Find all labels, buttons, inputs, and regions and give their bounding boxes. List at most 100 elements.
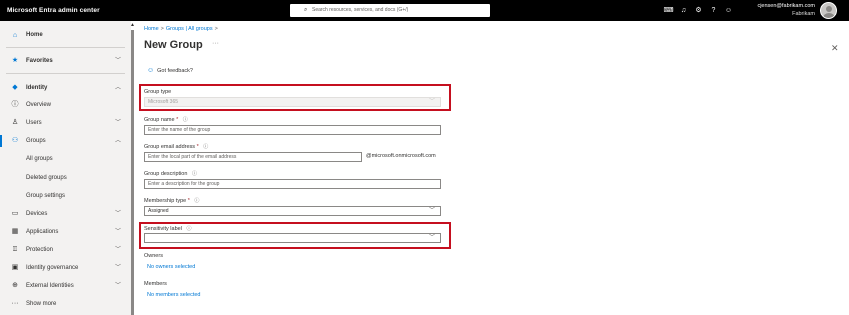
global-search-input[interactable]: ⌕ Search resources, services, and docs (… — [290, 4, 490, 17]
bell-icon[interactable]: ♫ — [676, 0, 691, 21]
search-placeholder: Search resources, services, and docs (G+… — [312, 7, 409, 13]
chevron-down-icon: ﹀ — [115, 229, 122, 235]
sidebar-item-group-settings[interactable]: Group settings — [0, 188, 131, 204]
feedback-icon[interactable]: ☺ — [721, 0, 736, 21]
top-bar-icons: ⌨ ♫ ⚙ ? ☺ — [661, 0, 736, 21]
breadcrumb: Home > Groups | All groups > — [144, 26, 220, 32]
highlight-box — [139, 222, 451, 249]
sidebar-item-applications[interactable]: ▦ Applications ﹀ — [0, 224, 131, 240]
sidebar-item-label: Group settings — [26, 193, 66, 199]
user-org: Fabrikam — [792, 11, 815, 17]
chevron-down-icon: ﹀ — [115, 211, 122, 217]
sidebar-item-groups[interactable]: ⚇ Groups ︿ — [0, 133, 131, 149]
group-description-placeholder: Enter a description for the group — [148, 181, 220, 187]
more-options-icon[interactable]: ··· — [212, 40, 219, 47]
group-email-field[interactable]: Enter the local part of the email addres… — [144, 152, 362, 162]
group-name-placeholder: Enter the name of the group — [148, 127, 211, 133]
sidebar-item-all-groups[interactable]: All groups — [0, 151, 131, 167]
group-name-label: Group name * ⓘ — [144, 116, 188, 123]
avatar[interactable] — [820, 2, 837, 19]
owners-link[interactable]: No owners selected — [147, 264, 195, 270]
membership-type-label: Membership type * ⓘ — [144, 197, 199, 204]
user-email: cjensen@fabrikam.com — [757, 3, 815, 9]
chevron-down-icon: ﹀ — [115, 58, 122, 64]
sidebar-item-external-identities[interactable]: ⊕ External Identities ﹀ — [0, 278, 131, 294]
sidebar-item-label: Home — [26, 32, 43, 38]
sidebar-item-identity[interactable]: ◆ Identity ︿ — [0, 80, 131, 96]
sidebar-item-label: All groups — [26, 156, 53, 162]
app-title[interactable]: Microsoft Entra admin center — [7, 0, 100, 21]
sidebar-item-label: Show more — [26, 301, 57, 307]
required-marker: * — [196, 144, 199, 150]
sidebar-item-label: External Identities — [26, 283, 74, 289]
account-menu[interactable]: cjensen@fabrikam.com Fabrikam — [747, 0, 815, 21]
breadcrumb-home[interactable]: Home — [144, 26, 159, 32]
info-icon[interactable]: ⓘ — [203, 144, 208, 150]
info-icon: ⓘ — [11, 101, 19, 108]
chevron-down-icon: ﹀ — [115, 247, 122, 253]
sidebar-item-label: Identity governance — [26, 265, 79, 271]
chevron-down-icon: ﹀ — [115, 265, 122, 271]
identity-icon: ◆ — [12, 84, 18, 91]
sidebar-item-users[interactable]: ♙ Users ﹀ — [0, 115, 131, 131]
label-text: Group name — [144, 117, 175, 123]
info-icon[interactable]: ⓘ — [192, 171, 197, 177]
owners-label: Owners — [144, 253, 163, 259]
sidebar: ⌂ Home ★ Favorites ﹀ ◆ Identity ︿ ⓘ Over… — [0, 21, 131, 315]
chevron-up-icon: ︿ — [115, 85, 122, 91]
sidebar-item-label: Devices — [26, 211, 48, 217]
sidebar-item-label: Applications — [26, 229, 59, 235]
members-label: Members — [144, 281, 167, 287]
breadcrumb-groups[interactable]: Groups | All groups — [166, 26, 213, 32]
sidebar-item-label: Favorites — [26, 58, 53, 64]
sidebar-item-home[interactable]: ⌂ Home — [0, 27, 131, 44]
members-link[interactable]: No members selected — [147, 292, 201, 298]
sidebar-item-protection[interactable]: ⍐ Protection ﹀ — [0, 242, 131, 258]
top-bar: Microsoft Entra admin center ⌕ Search re… — [0, 0, 849, 21]
sidebar-item-favorites[interactable]: ★ Favorites ﹀ — [0, 53, 131, 69]
chevron-down-icon: ﹀ — [115, 120, 122, 126]
help-icon[interactable]: ? — [706, 0, 721, 21]
group-email-label: Group email address * ⓘ — [144, 143, 208, 150]
group-email-placeholder: Enter the local part of the email addres… — [148, 154, 237, 160]
applications-icon: ▦ — [11, 228, 19, 235]
sidebar-item-label: Overview — [26, 102, 52, 108]
sidebar-item-label: Identity — [26, 85, 48, 91]
label-text: Group description — [144, 171, 188, 177]
sidebar-item-label: Groups — [26, 138, 46, 144]
feedback-button[interactable]: ☺ Got feedback? — [147, 67, 193, 74]
label-text: Membership type — [144, 198, 187, 204]
gear-icon[interactable]: ⚙ — [691, 0, 706, 21]
sidebar-item-show-more[interactable]: ··· Show more — [0, 296, 131, 312]
group-name-field[interactable]: Enter the name of the group — [144, 125, 441, 135]
scrollbar-thumb[interactable] — [131, 30, 134, 315]
email-domain-suffix: @microsoft.onmicrosoft.com — [366, 153, 436, 159]
scroll-up-arrow-icon[interactable]: ▲ — [130, 22, 135, 28]
chevron-down-icon: ﹀ — [428, 208, 435, 214]
feedback-icon: ☺ — [147, 67, 155, 74]
search-icon: ⌕ — [304, 7, 308, 13]
external-identities-icon: ⊕ — [12, 282, 18, 289]
sidebar-item-overview[interactable]: ⓘ Overview — [0, 97, 131, 113]
membership-type-select[interactable]: Assigned ﹀ — [144, 206, 441, 216]
highlight-box — [139, 84, 451, 111]
sidebar-item-devices[interactable]: ▭ Devices ﹀ — [0, 206, 131, 222]
lock-icon: ⍐ — [12, 246, 18, 253]
cloud-shell-icon[interactable]: ⌨ — [661, 0, 676, 21]
membership-type-value: Assigned — [148, 208, 169, 214]
sidebar-item-deleted-groups[interactable]: Deleted groups — [0, 170, 131, 186]
breadcrumb-separator-icon: > — [160, 26, 164, 32]
devices-icon: ▭ — [11, 210, 19, 217]
divider — [6, 47, 125, 48]
close-icon[interactable]: ✕ — [831, 43, 839, 54]
info-icon[interactable]: ⓘ — [194, 198, 199, 204]
sidebar-item-identity-governance[interactable]: ▣ Identity governance ﹀ — [0, 260, 131, 276]
label-text: Group email address — [144, 144, 196, 150]
star-icon: ★ — [11, 57, 19, 64]
home-icon: ⌂ — [12, 32, 18, 39]
groups-icon: ⚇ — [11, 137, 19, 144]
group-description-field[interactable]: Enter a description for the group — [144, 179, 441, 189]
feedback-label: Got feedback? — [157, 68, 193, 74]
chevron-down-icon: ﹀ — [115, 283, 122, 289]
info-icon[interactable]: ⓘ — [183, 117, 188, 123]
